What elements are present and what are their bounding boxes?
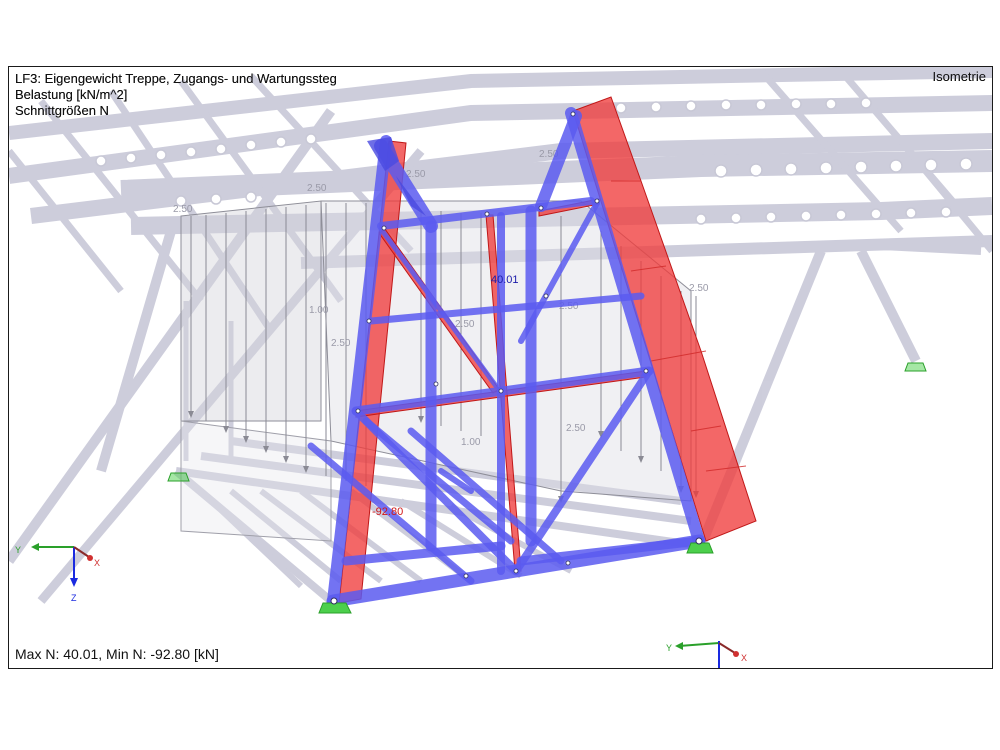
load-value-label: 2.50 — [173, 204, 193, 215]
min-normal-force-label: -92.80 — [372, 506, 403, 518]
load-value-label: 2.50 — [455, 319, 475, 330]
axis-triad-bottom: Y X — [666, 641, 747, 668]
load-unit-label-overlay: Belastung [kN/m^2] — [15, 87, 128, 102]
axis-z-label: Z — [71, 593, 77, 603]
result-type-label-overlay: Schnittgrößen N — [15, 103, 109, 118]
result-extremes-summary: Max N: 40.01, Min N: -92.80 [kN] — [15, 646, 219, 662]
max-normal-force-label: 40.01 — [491, 274, 519, 286]
load-case-title-overlay: LF3: Eigengewicht Treppe, Zugangs- und W… — [15, 71, 337, 86]
load-value-label: 2.50 — [689, 283, 709, 294]
axis-y-label: Y — [666, 643, 672, 653]
axis-x-label: X — [94, 558, 100, 568]
load-value-label: 2.50 — [307, 183, 327, 194]
view-mode-label-overlay: Isometrie — [932, 69, 986, 84]
structure-3d-view[interactable]: 2.50 2.50 2.50 2.50 2.50 2.50 1.00 2.50 … — [9, 67, 992, 668]
load-value-label: 1.00 — [461, 437, 481, 448]
axis-y-label: Y — [15, 545, 21, 555]
load-value-label: 2.50 — [331, 338, 351, 349]
model-viewport[interactable]: LF3: Eigengewicht Treppe, Zugangs- und W… — [8, 66, 993, 669]
load-value-label: 2.50 — [566, 423, 586, 434]
load-value-label: 1.00 — [309, 305, 329, 316]
axis-x-label: X — [741, 653, 747, 663]
